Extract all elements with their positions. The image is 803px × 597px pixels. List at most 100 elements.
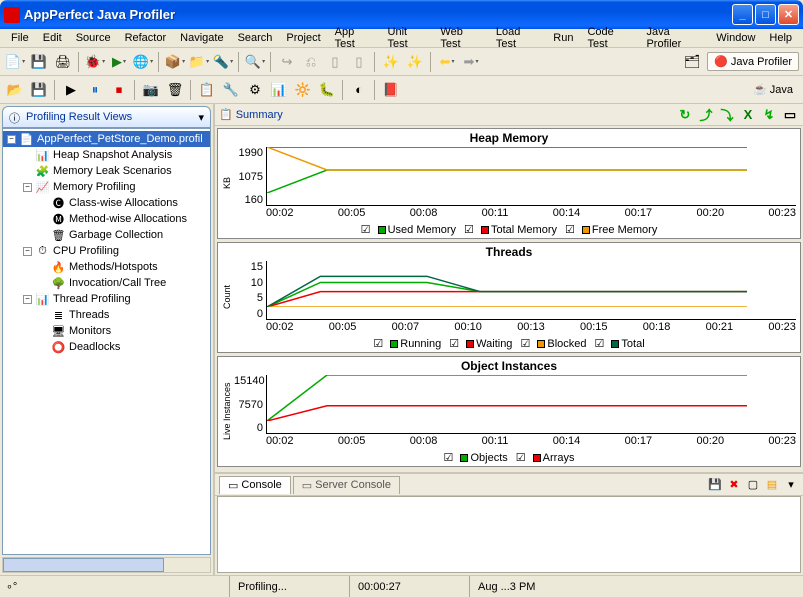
profiling-views-tab[interactable]: ⓘ Profiling Result Views ▾ bbox=[2, 106, 211, 128]
tool-button-4[interactable]: 🔆 bbox=[292, 79, 314, 101]
perspective-java[interactable]: ☕Java bbox=[747, 81, 799, 98]
tool-button-1[interactable]: 🔧 bbox=[220, 79, 242, 101]
tree-icon: 📈 bbox=[35, 180, 50, 195]
nav-button-4[interactable]: ▯ bbox=[348, 51, 370, 73]
menu-refactor[interactable]: Refactor bbox=[118, 30, 174, 46]
tree-item-method-wise-allocations[interactable]: 🅜Method-wise Allocations bbox=[3, 211, 210, 227]
twist-icon[interactable]: − bbox=[23, 183, 32, 192]
tree-item-thread-profiling[interactable]: −📊Thread Profiling bbox=[3, 291, 210, 307]
console-menu-button[interactable]: ▾ bbox=[783, 477, 799, 493]
nav-button-1[interactable]: ↪ bbox=[276, 51, 298, 73]
tool-button-6[interactable]: ◐ bbox=[348, 79, 370, 101]
forward-button[interactable]: ➡▾ bbox=[460, 51, 482, 73]
wizard-button-2[interactable]: ✨ bbox=[404, 51, 426, 73]
console-clear-button[interactable]: ✖ bbox=[726, 477, 742, 493]
tree-icon: ⭕ bbox=[51, 340, 66, 355]
tree-label: Method-wise Allocations bbox=[69, 213, 187, 225]
tree-item-memory-leak-scenarios[interactable]: 🧩Memory Leak Scenarios bbox=[3, 163, 210, 179]
refresh-button[interactable]: ↻ bbox=[676, 106, 694, 124]
view-menu-icon[interactable]: ▾ bbox=[198, 111, 204, 124]
menu-web-test[interactable]: Web Test bbox=[433, 24, 488, 52]
console-body[interactable] bbox=[217, 496, 801, 573]
tree-item-threads[interactable]: ≣Threads bbox=[3, 307, 210, 323]
tree-item-methods-hotspots[interactable]: 🔥Methods/Hotspots bbox=[3, 259, 210, 275]
camera-button[interactable]: 📷 bbox=[140, 79, 162, 101]
menu-app-test[interactable]: App Test bbox=[328, 24, 381, 52]
close-button[interactable]: ✕ bbox=[778, 4, 799, 25]
sidebar-scrollbar[interactable] bbox=[2, 557, 211, 573]
tree-item-garbage-collection[interactable]: 🗑Garbage Collection bbox=[3, 227, 210, 243]
debug-button[interactable]: 🐞▾ bbox=[84, 51, 106, 73]
run-ext-button[interactable]: 🌐▾ bbox=[132, 51, 154, 73]
menu-source[interactable]: Source bbox=[69, 30, 118, 46]
save2-button[interactable]: 💾 bbox=[28, 79, 50, 101]
new-button[interactable]: 📄▾ bbox=[4, 51, 26, 73]
minimize-button[interactable]: _ bbox=[732, 4, 753, 25]
twist-icon bbox=[39, 215, 48, 224]
menu-file[interactable]: File bbox=[4, 30, 36, 46]
save-button[interactable]: 💾 bbox=[28, 51, 50, 73]
menu-window[interactable]: Window bbox=[709, 30, 762, 46]
filter-button[interactable]: 📋 bbox=[196, 79, 218, 101]
tree-icon: ≣ bbox=[51, 308, 66, 323]
export-excel-button[interactable]: X bbox=[739, 106, 757, 124]
action-button-1[interactable]: ⤴ bbox=[697, 106, 715, 124]
statusbar: ∘° Profiling... 00:00:27 Aug ...3 PM bbox=[0, 575, 803, 597]
console-pin-button[interactable]: ▢ bbox=[745, 477, 761, 493]
tree-item-memory-profiling[interactable]: −📈Memory Profiling bbox=[3, 179, 210, 195]
maximize-button[interactable]: □ bbox=[755, 4, 776, 25]
search-button[interactable]: 🔍▾ bbox=[244, 51, 266, 73]
wizard-button-1[interactable]: ✨ bbox=[380, 51, 402, 73]
menu-project[interactable]: Project bbox=[279, 30, 327, 46]
tool-button-3[interactable]: 📊 bbox=[268, 79, 290, 101]
twist-icon[interactable]: − bbox=[23, 295, 32, 304]
maximize-view-button[interactable]: ▭ bbox=[781, 106, 799, 124]
twist-icon[interactable]: − bbox=[7, 135, 16, 144]
play-button[interactable]: ▶ bbox=[60, 79, 82, 101]
nav-button-2[interactable]: ⎌ bbox=[300, 51, 322, 73]
run-button[interactable]: ▶▾ bbox=[108, 51, 130, 73]
open-button[interactable]: 📂 bbox=[4, 79, 26, 101]
menu-help[interactable]: Help bbox=[762, 30, 799, 46]
perspective-java-profiler[interactable]: 🔴Java Profiler bbox=[707, 52, 799, 71]
action-button-2[interactable]: ⤵ bbox=[718, 106, 736, 124]
open-perspective-button[interactable]: 🗂 bbox=[681, 51, 703, 73]
print-button[interactable]: 🖨 bbox=[52, 51, 74, 73]
gc-button[interactable]: 🗑 bbox=[164, 79, 186, 101]
menu-edit[interactable]: Edit bbox=[36, 30, 69, 46]
action-button-3[interactable]: ↯ bbox=[760, 106, 778, 124]
back-button[interactable]: ⬅▾ bbox=[436, 51, 458, 73]
new-project-button[interactable]: 📦▾ bbox=[164, 51, 186, 73]
menu-code-test[interactable]: Code Test bbox=[580, 24, 639, 52]
profiling-tree[interactable]: −📄AppPerfect_PetStore_Demo.profil📊Heap S… bbox=[2, 128, 211, 555]
console-tab[interactable]: ▭Console bbox=[219, 476, 291, 494]
menu-unit-test[interactable]: Unit Test bbox=[381, 24, 434, 52]
tool-button-2[interactable]: ⚙ bbox=[244, 79, 266, 101]
new-package-button[interactable]: 📁▾ bbox=[188, 51, 210, 73]
menu-navigate[interactable]: Navigate bbox=[173, 30, 230, 46]
menu-load-test[interactable]: Load Test bbox=[489, 24, 546, 52]
menu-search[interactable]: Search bbox=[231, 30, 280, 46]
tree-item-deadlocks[interactable]: ⭕Deadlocks bbox=[3, 339, 210, 355]
tree-label: Class-wise Allocations bbox=[69, 197, 178, 209]
menu-run[interactable]: Run bbox=[546, 30, 580, 46]
tree-label: Memory Profiling bbox=[53, 181, 136, 193]
console-scroll-button[interactable]: ▤ bbox=[764, 477, 780, 493]
tree-item-invocation-call-tree[interactable]: 🌳Invocation/Call Tree bbox=[3, 275, 210, 291]
console-save-button[interactable]: 💾 bbox=[707, 477, 723, 493]
open-type-button[interactable]: 🔦▾ bbox=[212, 51, 234, 73]
tree-item-class-wise-allocations[interactable]: 🅒Class-wise Allocations bbox=[3, 195, 210, 211]
tree-item-heap-snapshot-analysis[interactable]: 📊Heap Snapshot Analysis bbox=[3, 147, 210, 163]
menu-java-profiler[interactable]: Java Profiler bbox=[639, 24, 709, 52]
nav-button-3[interactable]: ▯ bbox=[324, 51, 346, 73]
tree-item-cpu-profiling[interactable]: −⏱CPU Profiling bbox=[3, 243, 210, 259]
tree-icon: 🌳 bbox=[51, 276, 66, 291]
twist-icon[interactable]: − bbox=[23, 247, 32, 256]
server-console-tab[interactable]: ▭Server Console bbox=[293, 476, 400, 494]
tool-button-5[interactable]: 🐛 bbox=[316, 79, 338, 101]
stop-button[interactable]: ⏹ bbox=[108, 79, 130, 101]
help-button[interactable]: 📕 bbox=[380, 79, 402, 101]
pause-button[interactable]: ⏸ bbox=[84, 79, 106, 101]
tree-item-monitors[interactable]: 🖥Monitors bbox=[3, 323, 210, 339]
tree-item-appperfect-petstore-demo-profil[interactable]: −📄AppPerfect_PetStore_Demo.profil bbox=[3, 131, 210, 147]
